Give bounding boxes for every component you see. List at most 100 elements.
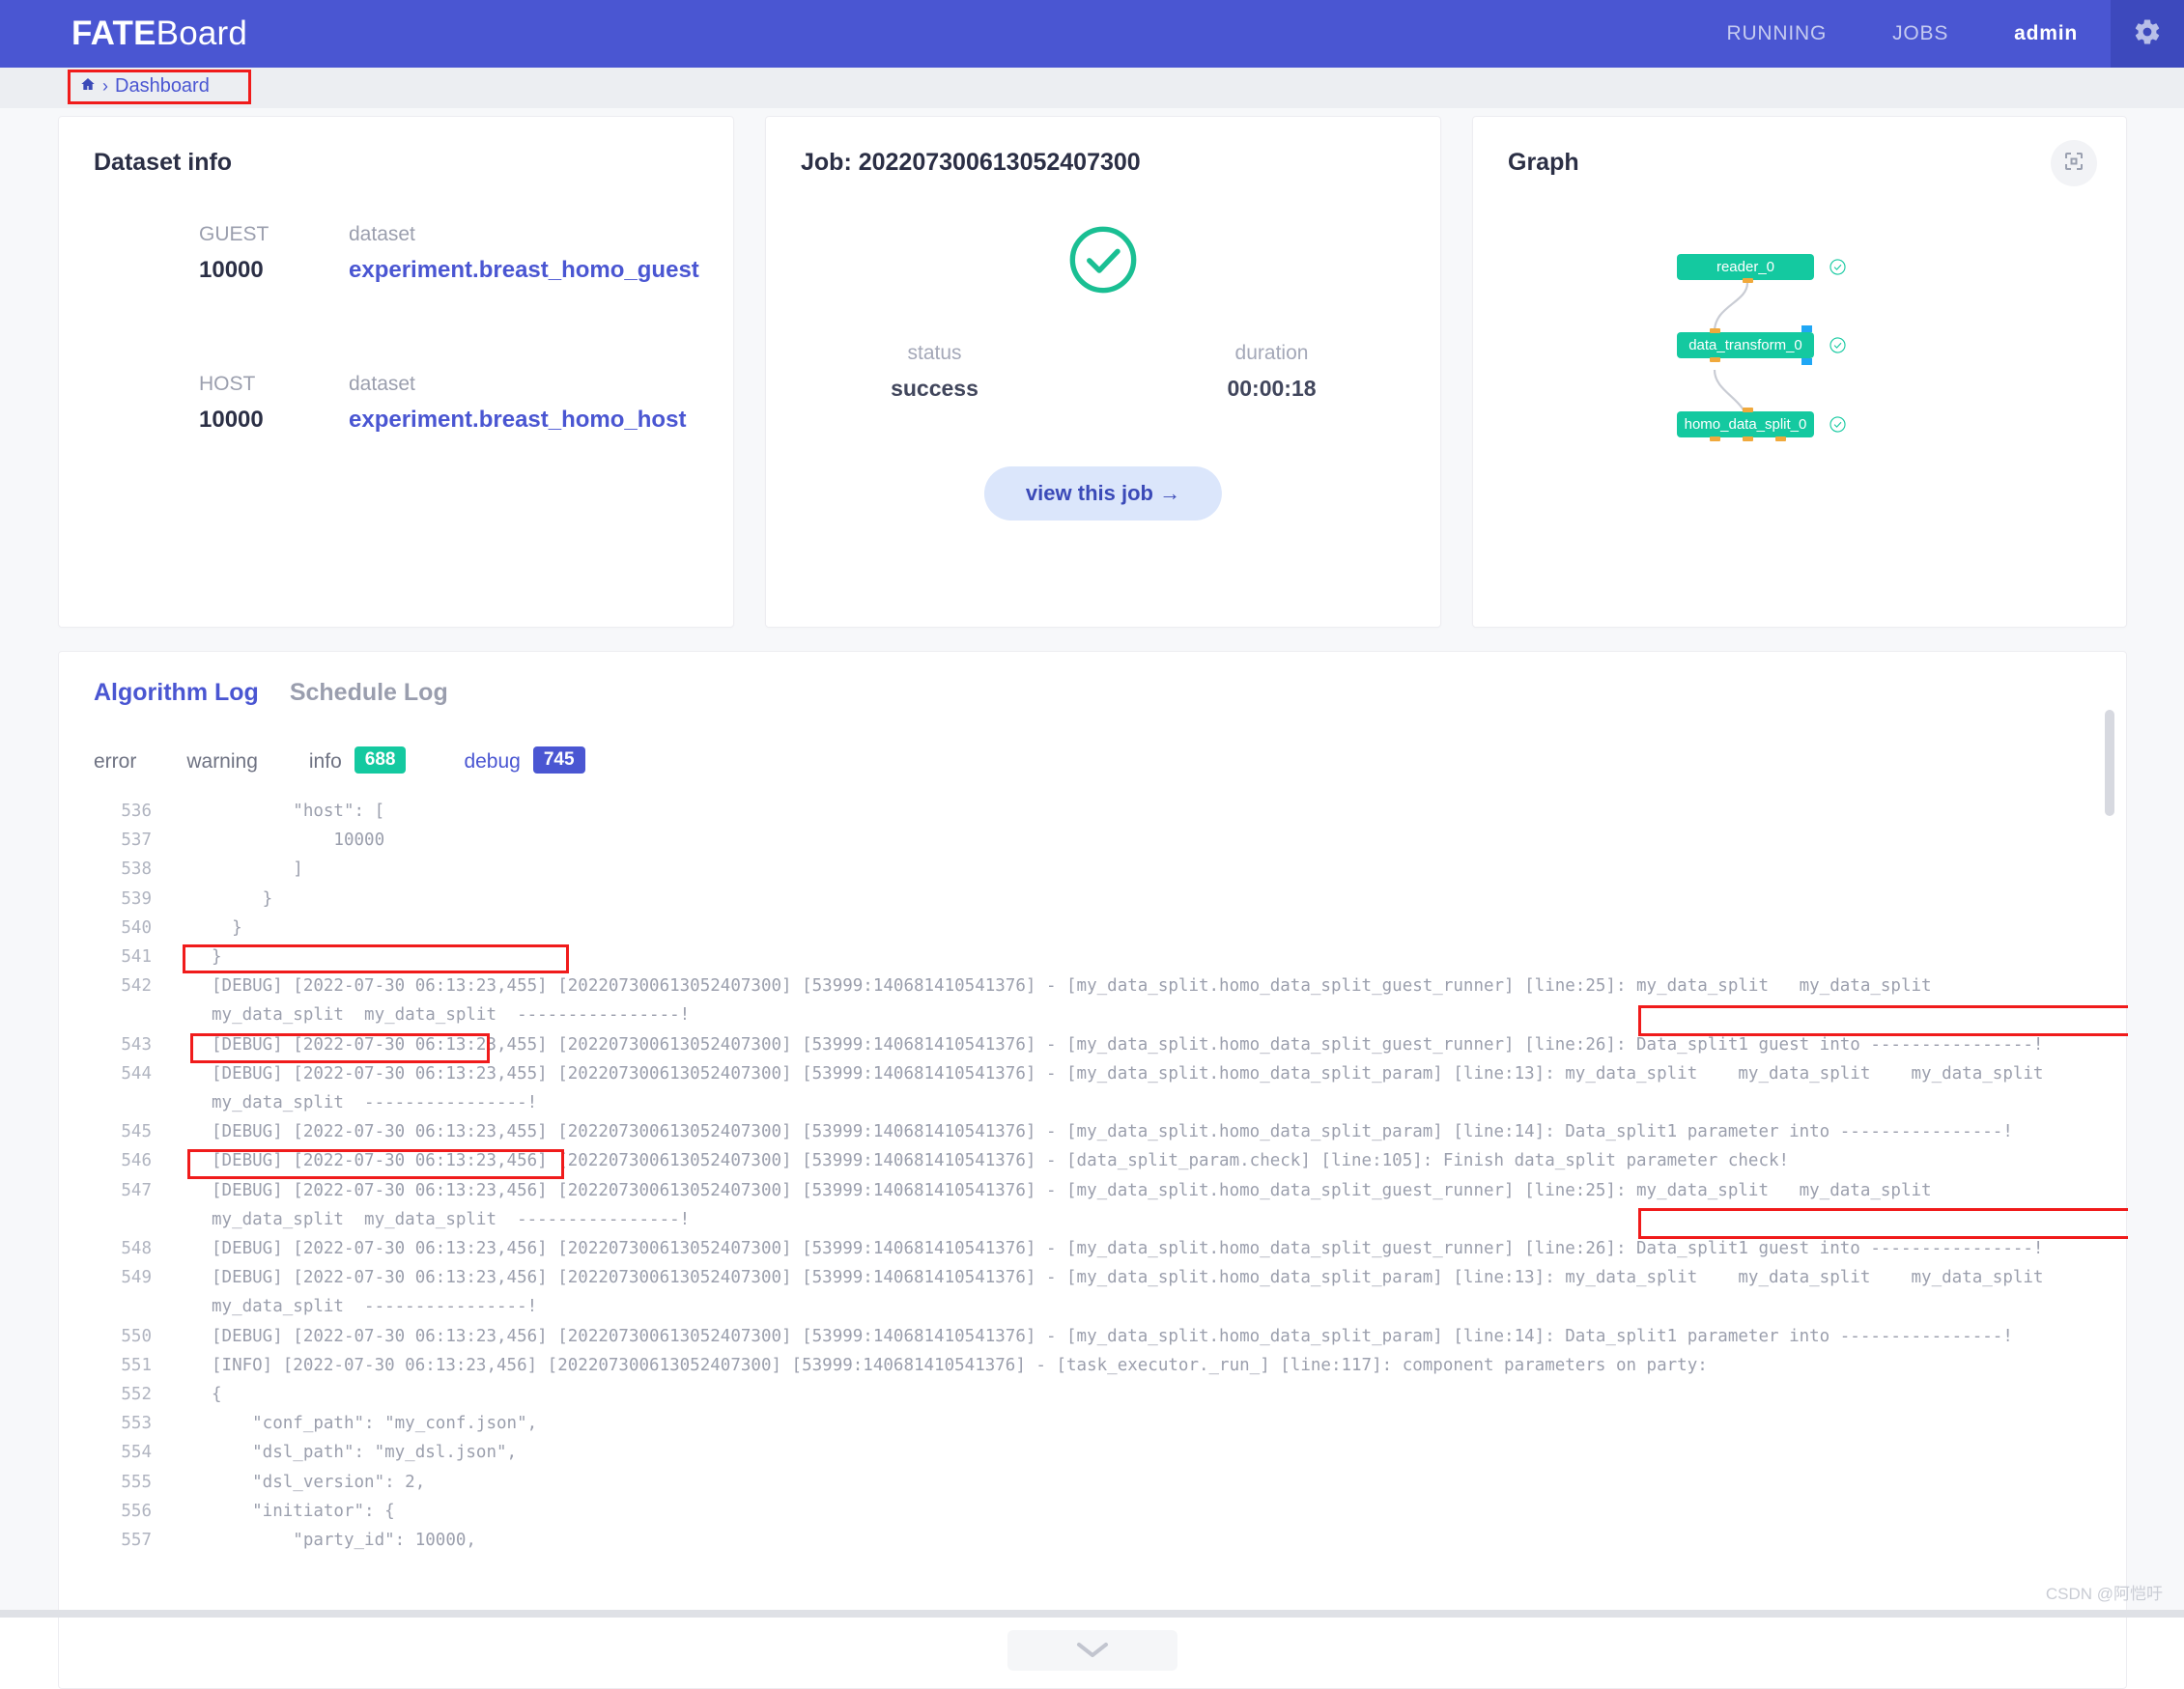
log-line-number: 555 <box>121 1472 152 1492</box>
header-nav: RUNNING JOBS admin <box>1693 0 2184 68</box>
home-icon[interactable] <box>80 76 96 97</box>
log-level-filters: error warning info 688 debug 745 <box>94 746 585 775</box>
log-line-text: "initiator": { <box>212 1501 395 1521</box>
log-line-text: [DEBUG] [2022-07-30 06:13:23,455] [20220… <box>212 1034 2044 1055</box>
log-line-wrap-text: my_data_split my_data_split ------------… <box>212 1209 691 1229</box>
log-line: 537 10000 <box>59 826 2128 855</box>
job-title: Job: 202207300613052407300 <box>801 149 1141 176</box>
graph-canvas[interactable]: reader_0 data_transform_0 homo_data_spli… <box>1473 117 2126 627</box>
filter-debug-count: 745 <box>532 746 585 774</box>
settings-button[interactable] <box>2111 0 2184 68</box>
job-duration: duration 00:00:18 <box>1103 337 1440 407</box>
log-line-text: } <box>212 888 273 909</box>
nav-item-running[interactable]: RUNNING <box>1693 0 1859 68</box>
job-duration-label: duration <box>1234 342 1309 364</box>
filter-error[interactable]: error <box>94 750 136 774</box>
dataset-guest-set-link[interactable]: experiment.breast_homo_guest <box>349 251 699 290</box>
dataset-host-role-value: 10000 <box>199 407 264 433</box>
dashboard-page: Dataset info GUEST 10000 dataset experim… <box>0 108 2184 1689</box>
log-line-text: [DEBUG] [2022-07-30 06:13:23,456] [20220… <box>212 1239 2044 1259</box>
app-header: FATEBoard RUNNING JOBS admin <box>0 0 2184 68</box>
log-line-text: "host": [ <box>212 802 385 821</box>
log-collapse-button[interactable] <box>1007 1630 1177 1671</box>
nav-item-admin[interactable]: admin <box>1981 0 2111 68</box>
log-line: 555 "dsl_version": 2, <box>59 1468 2128 1497</box>
graph-node-homo-data-split-0-out-port-2 <box>1743 436 1753 441</box>
log-line-text: { <box>212 1385 222 1405</box>
log-line-text: "dsl_version": 2, <box>212 1472 426 1492</box>
graph-node-data-transform-0-model-in-port <box>1801 325 1812 332</box>
dataset-host-role-label: HOST <box>199 373 256 395</box>
log-line-number: 557 <box>121 1531 152 1551</box>
log-line-text: [DEBUG] [2022-07-30 06:13:23,456] [20220… <box>212 1151 1790 1171</box>
chevron-down-icon <box>1073 1639 1112 1663</box>
log-line: 548 [DEBUG] [2022-07-30 06:13:23,456] [20… <box>59 1234 2128 1263</box>
breadcrumb[interactable]: › Dashboard <box>68 70 251 104</box>
log-line: 552 { <box>59 1380 2128 1409</box>
log-line: 536 "host": [ <box>59 797 2128 826</box>
log-line: 549 [DEBUG] [2022-07-30 06:13:23,456] [20… <box>59 1263 2128 1292</box>
graph-node-homo-data-split-0[interactable]: homo_data_split_0 <box>1677 411 1814 437</box>
log-line-text: "conf_path": "my_conf.json", <box>212 1414 538 1434</box>
log-line-wrap-text: my_data_split ----------------! <box>212 1297 538 1317</box>
log-line: 543 [DEBUG] [2022-07-30 06:13:23,455] [20… <box>59 1030 2128 1059</box>
brand-bold: FATE <box>71 14 156 52</box>
log-line-text: "dsl_path": "my_dsl.json", <box>212 1443 518 1463</box>
log-line-number: 547 <box>121 1180 152 1200</box>
log-line-text: [DEBUG] [2022-07-30 06:13:23,456] [20220… <box>212 1326 2013 1346</box>
job-status-value: success <box>891 376 979 401</box>
log-line-wrap: my_data_split my_data_split ------------… <box>59 1205 2128 1234</box>
graph-node-reader-0-out-port <box>1743 278 1753 283</box>
dataset-host-set: dataset experiment.breast_homo_host <box>349 368 686 439</box>
log-line-number: 538 <box>121 859 152 880</box>
log-line: 539 } <box>59 885 2128 914</box>
dataset-info-card: Dataset info GUEST 10000 dataset experim… <box>58 116 734 628</box>
log-line-text: [DEBUG] [2022-07-30 06:13:23,456] [20220… <box>212 1268 2044 1288</box>
view-this-job-button[interactable]: view this job → <box>983 466 1223 521</box>
log-line-number: 552 <box>121 1385 152 1405</box>
log-output[interactable]: 536 "host": [537 10000 538 ] 539 } 540 } 541… <box>59 797 2128 1613</box>
dataset-guest-set: dataset experiment.breast_homo_guest <box>349 218 699 290</box>
log-line-text: ] <box>212 859 303 880</box>
filter-warning[interactable]: warning <box>186 750 258 774</box>
nav-item-jobs[interactable]: JOBS <box>1859 0 1981 68</box>
tab-algorithm-log[interactable]: Algorithm Log <box>94 679 259 707</box>
watermark: CSDN @阿恺吁 <box>2045 1585 2163 1603</box>
dataset-host-set-link[interactable]: experiment.breast_homo_host <box>349 401 686 439</box>
filter-debug[interactable]: debug <box>464 750 520 774</box>
breadcrumb-label[interactable]: Dashboard <box>115 75 210 98</box>
log-line-number: 553 <box>121 1414 152 1434</box>
graph-node-data-transform-0[interactable]: data_transform_0 <box>1677 332 1814 358</box>
log-line-number: 537 <box>121 830 152 851</box>
brand-rest: Board <box>156 14 248 52</box>
log-line: 551 [INFO] [2022-07-30 06:13:23,456] [202… <box>59 1351 2128 1380</box>
filter-info-count: 688 <box>354 746 407 774</box>
graph-node-reader-0-status-icon <box>1829 259 1846 275</box>
dataset-host-set-label: dataset <box>349 373 415 395</box>
graph-node-data-transform-0-out-port <box>1710 357 1720 362</box>
log-line-text: "party_id": 10000, <box>212 1531 476 1551</box>
log-line-number: 541 <box>121 947 152 968</box>
log-scrollbar-thumb[interactable] <box>2105 710 2114 816</box>
check-circle-icon <box>1066 223 1140 296</box>
graph-node-homo-data-split-0-out-port-1 <box>1710 436 1720 441</box>
graph-node-data-transform-0-model-out-port <box>1801 358 1812 365</box>
filter-info[interactable]: info <box>309 750 342 774</box>
log-line-wrap: my_data_split ----------------! <box>59 1292 2128 1321</box>
log-line: 546 [DEBUG] [2022-07-30 06:13:23,456] [20… <box>59 1146 2128 1175</box>
log-line-number: 544 <box>121 1063 152 1084</box>
log-line-number: 542 <box>121 976 152 997</box>
breadcrumb-separator: › <box>102 76 108 96</box>
log-line-text: [DEBUG] [2022-07-30 06:13:23,455] [20220… <box>212 1063 2044 1084</box>
log-line-text: } <box>212 917 242 938</box>
graph-node-reader-0[interactable]: reader_0 <box>1677 254 1814 280</box>
log-scrollbar-track[interactable] <box>2105 799 2114 1610</box>
log-line: 553 "conf_path": "my_conf.json", <box>59 1409 2128 1438</box>
dataset-guest-role-label: GUEST <box>199 223 269 245</box>
log-line: 541} <box>59 943 2128 971</box>
graph-node-homo-data-split-0-out-port-3 <box>1775 436 1786 441</box>
tab-schedule-log[interactable]: Schedule Log <box>290 679 448 707</box>
dataset-guest-set-label: dataset <box>349 223 415 245</box>
log-line-number: 551 <box>121 1355 152 1375</box>
summary-cards-row: Dataset info GUEST 10000 dataset experim… <box>58 116 2127 628</box>
